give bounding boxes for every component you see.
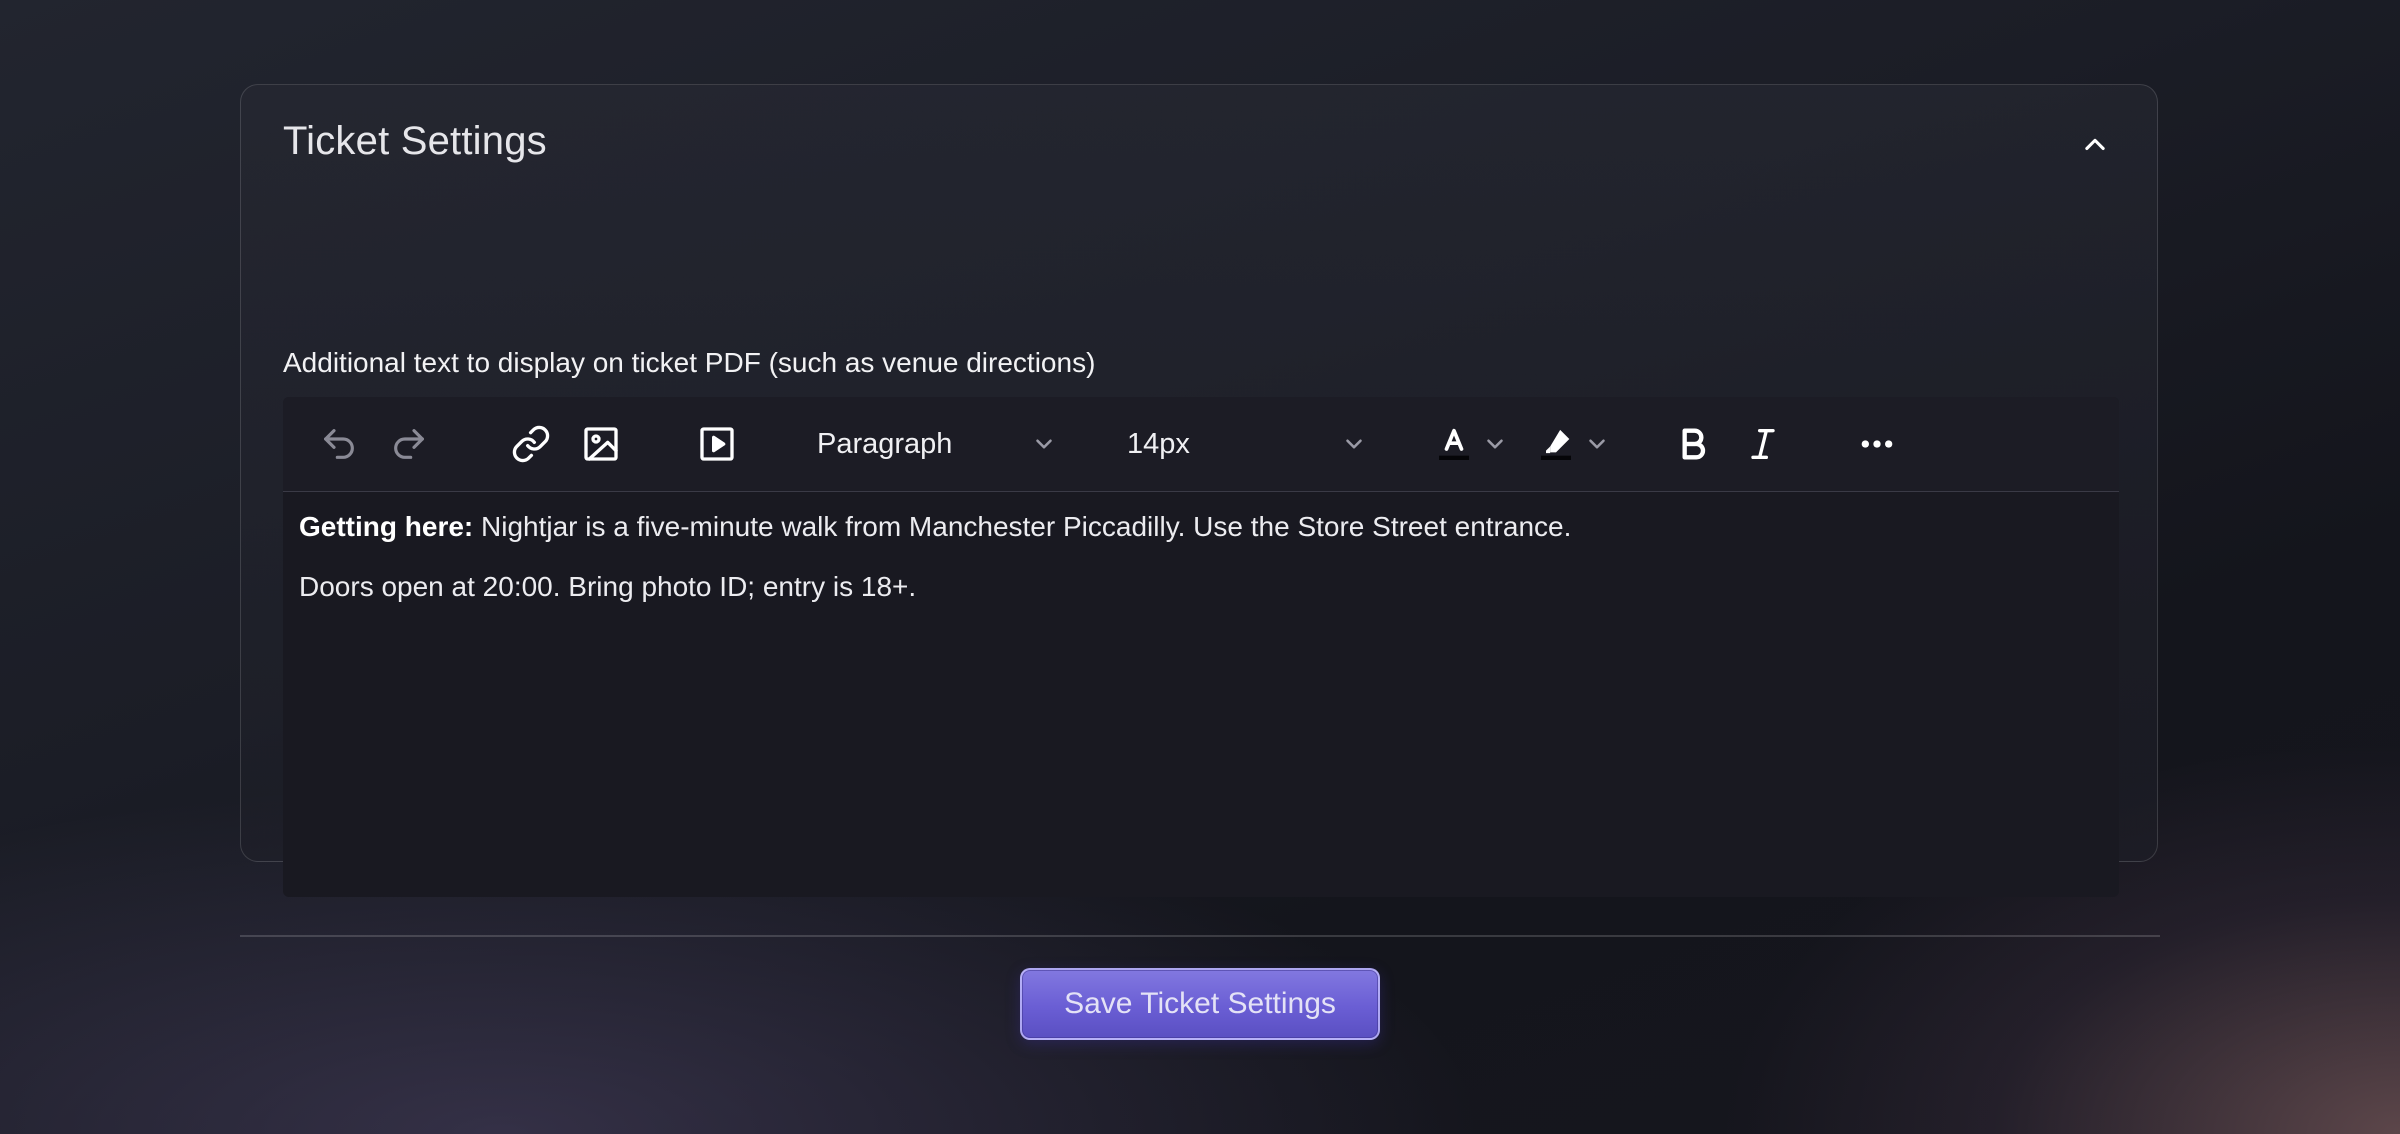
content-text: Nightjar is a five-minute walk from Manc… — [473, 511, 1572, 542]
highlight-button[interactable] — [1535, 397, 1577, 491]
chevron-down-icon — [1487, 439, 1503, 449]
insert-video-button[interactable] — [691, 397, 743, 491]
ticket-settings-panel: Ticket Settings Additional text to displ… — [240, 84, 2158, 897]
chevron-down-icon — [1036, 439, 1052, 449]
redo-icon — [394, 429, 424, 459]
italic-icon — [1751, 429, 1775, 459]
rich-text-editor: Paragraph 14px Getting here: Nightjar is… — [283, 397, 2119, 897]
bold-icon — [1682, 428, 1706, 460]
field-label: Additional text to display on ticket PDF… — [283, 347, 1096, 378]
undo-button[interactable] — [313, 397, 365, 491]
save-ticket-settings-button[interactable]: Save Ticket Settings — [1020, 968, 1380, 1040]
content-bold-text: Getting here: — [299, 511, 474, 542]
highlight-dropdown[interactable] — [1581, 397, 1613, 491]
chevron-up-icon — [2085, 138, 2105, 151]
more-options-button[interactable] — [1851, 397, 1903, 491]
redo-button[interactable] — [383, 397, 435, 491]
italic-button[interactable] — [1737, 397, 1789, 491]
font-size-value: 14px — [1127, 427, 1190, 460]
content-paragraph: Getting here: Nightjar is a five-minute … — [299, 510, 2103, 544]
chevron-down-icon — [1589, 439, 1605, 449]
editor-toolbar: Paragraph 14px — [283, 397, 2119, 492]
insert-image-button[interactable] — [575, 397, 627, 491]
editor-content[interactable]: Getting here: Nightjar is a five-minute … — [283, 492, 2119, 647]
link-icon — [512, 425, 550, 463]
font-size-select[interactable]: 14px — [1127, 397, 1367, 491]
undo-icon — [324, 429, 354, 459]
chevron-down-icon — [1346, 439, 1362, 449]
more-icon — [1861, 440, 1893, 448]
highlight-icon — [1541, 429, 1571, 460]
text-color-button[interactable] — [1433, 397, 1475, 491]
block-format-select[interactable]: Paragraph — [817, 397, 1057, 491]
bold-button[interactable] — [1667, 397, 1719, 491]
section-divider — [240, 935, 2160, 937]
image-icon — [584, 427, 618, 461]
block-format-value: Paragraph — [817, 427, 953, 460]
text-color-icon — [1439, 428, 1469, 460]
insert-link-button[interactable] — [505, 397, 557, 491]
panel-title: Ticket Settings — [283, 119, 547, 163]
content-paragraph: Doors open at 20:00. Bring photo ID; ent… — [299, 570, 917, 602]
text-color-dropdown[interactable] — [1479, 397, 1511, 491]
video-icon — [700, 427, 734, 461]
collapse-button[interactable] — [2075, 125, 2115, 165]
